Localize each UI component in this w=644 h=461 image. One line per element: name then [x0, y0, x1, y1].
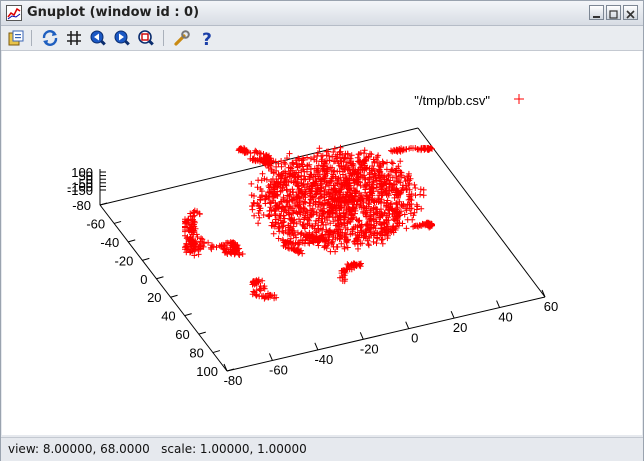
x-tick-label: -40 — [314, 352, 333, 367]
data-point — [420, 192, 427, 199]
previous-zoom-icon[interactable] — [89, 29, 107, 47]
maximize-button[interactable] — [606, 5, 621, 20]
grid-icon[interactable] — [65, 29, 83, 47]
data-point — [307, 155, 314, 162]
x-tick-label: 60 — [544, 299, 558, 314]
data-point — [255, 220, 262, 227]
data-point — [248, 180, 255, 187]
toolbar-separator — [163, 30, 164, 46]
data-point — [198, 235, 205, 242]
gnuplot-app-icon — [6, 5, 22, 21]
x-tick-label: 40 — [498, 310, 512, 325]
data-point — [389, 160, 396, 167]
scatter-plot-3d: -80-60-40-200204060-80-60-40-20020406080… — [67, 93, 558, 388]
y-tick-mark — [128, 239, 136, 243]
gnuplot-window: Gnuplot (window id : 0) ? -80 -60 -40 -2… — [0, 0, 644, 461]
data-point — [282, 161, 289, 167]
y-tick-label: 60 — [175, 327, 189, 342]
data-point — [384, 159, 390, 166]
window-title: Gnuplot (window id : 0) — [27, 5, 200, 20]
x-tick-label: 20 — [453, 320, 467, 335]
data-point — [361, 147, 368, 154]
y-tick-mark — [113, 220, 122, 224]
data-point — [373, 240, 380, 247]
data-point — [412, 192, 419, 199]
x-tick-label: -20 — [360, 341, 379, 356]
y-tick-label: 20 — [147, 290, 161, 305]
y-tick-label: 0 — [140, 272, 147, 287]
toolbar-separator — [31, 30, 32, 46]
wrench-options-icon[interactable] — [173, 29, 191, 47]
legend: "/tmp/bb.csv" — [414, 93, 524, 108]
data-point — [417, 186, 424, 193]
data-point — [276, 228, 283, 235]
data-point — [256, 214, 263, 221]
data-point — [256, 286, 263, 293]
x-tick-label: -60 — [269, 362, 288, 377]
next-zoom-icon[interactable] — [113, 29, 131, 47]
data-point — [365, 242, 372, 249]
x-tick-mark — [314, 342, 319, 351]
data-point — [412, 185, 419, 191]
x-tick-mark — [450, 310, 455, 319]
minimize-icon — [593, 16, 600, 18]
data-point — [344, 244, 351, 251]
x-tick-mark — [405, 321, 410, 329]
copy-to-clipboard-icon[interactable] — [7, 29, 25, 47]
y-tick-mark — [212, 350, 221, 354]
data-point — [403, 225, 410, 232]
data-point — [196, 211, 203, 218]
maximize-icon — [609, 10, 618, 19]
data-point — [318, 153, 325, 160]
y-tick-mark — [156, 276, 164, 280]
x-tick-mark — [496, 300, 501, 308]
data-point — [379, 240, 386, 247]
replot-icon[interactable] — [41, 29, 59, 47]
data-point — [327, 248, 334, 255]
legend-marker — [514, 94, 524, 104]
x-tick-mark — [359, 332, 364, 340]
help-icon[interactable]: ? — [198, 29, 216, 47]
x-tick-label: 0 — [411, 331, 418, 346]
status-text: view: 8.00000, 68.0000 scale: 1.00000, 1… — [8, 442, 307, 456]
z-tick-label: -150 — [67, 183, 93, 198]
y-tick-label: -80 — [72, 198, 91, 213]
data-point — [260, 212, 267, 218]
data-point — [249, 206, 256, 213]
y-tick-label: -60 — [86, 216, 105, 231]
y-tick-mark — [142, 257, 150, 261]
data-point — [258, 177, 265, 184]
y-tick-mark — [170, 294, 178, 298]
x-tick-mark — [268, 353, 273, 361]
data-point — [409, 216, 416, 223]
minimize-button[interactable] — [589, 5, 604, 20]
y-tick-label: 100 — [196, 364, 218, 379]
y-tick-label: -20 — [115, 253, 134, 268]
data-point — [417, 191, 424, 198]
legend-label: "/tmp/bb.csv" — [414, 93, 490, 108]
autoscale-icon[interactable] — [137, 29, 155, 47]
title-bar[interactable]: Gnuplot (window id : 0) — [1, 1, 643, 26]
close-button[interactable] — [623, 5, 638, 20]
svg-text:?: ? — [202, 30, 212, 47]
data-point — [316, 145, 323, 152]
data-point — [270, 230, 277, 237]
data-points — [182, 144, 435, 302]
toolbar: ? — [1, 26, 643, 51]
y-tick-label: 80 — [189, 346, 203, 361]
data-point — [331, 145, 338, 152]
status-bar: view: 8.00000, 68.0000 scale: 1.00000, 1… — [1, 437, 643, 461]
y-tick-mark — [198, 331, 206, 335]
y-tick-mark — [184, 313, 192, 317]
y-tick-label: -40 — [100, 235, 119, 250]
plot-area[interactable]: -80 -60 -40 -20 0 20 40 60 -80 -60 -40 -20 0 20 40 60 80… — [2, 51, 642, 435]
close-icon — [626, 10, 635, 19]
data-point — [272, 212, 279, 219]
y-tick-label: 40 — [161, 309, 175, 324]
data-point — [420, 186, 427, 193]
x-tick-label: -80 — [224, 373, 243, 388]
